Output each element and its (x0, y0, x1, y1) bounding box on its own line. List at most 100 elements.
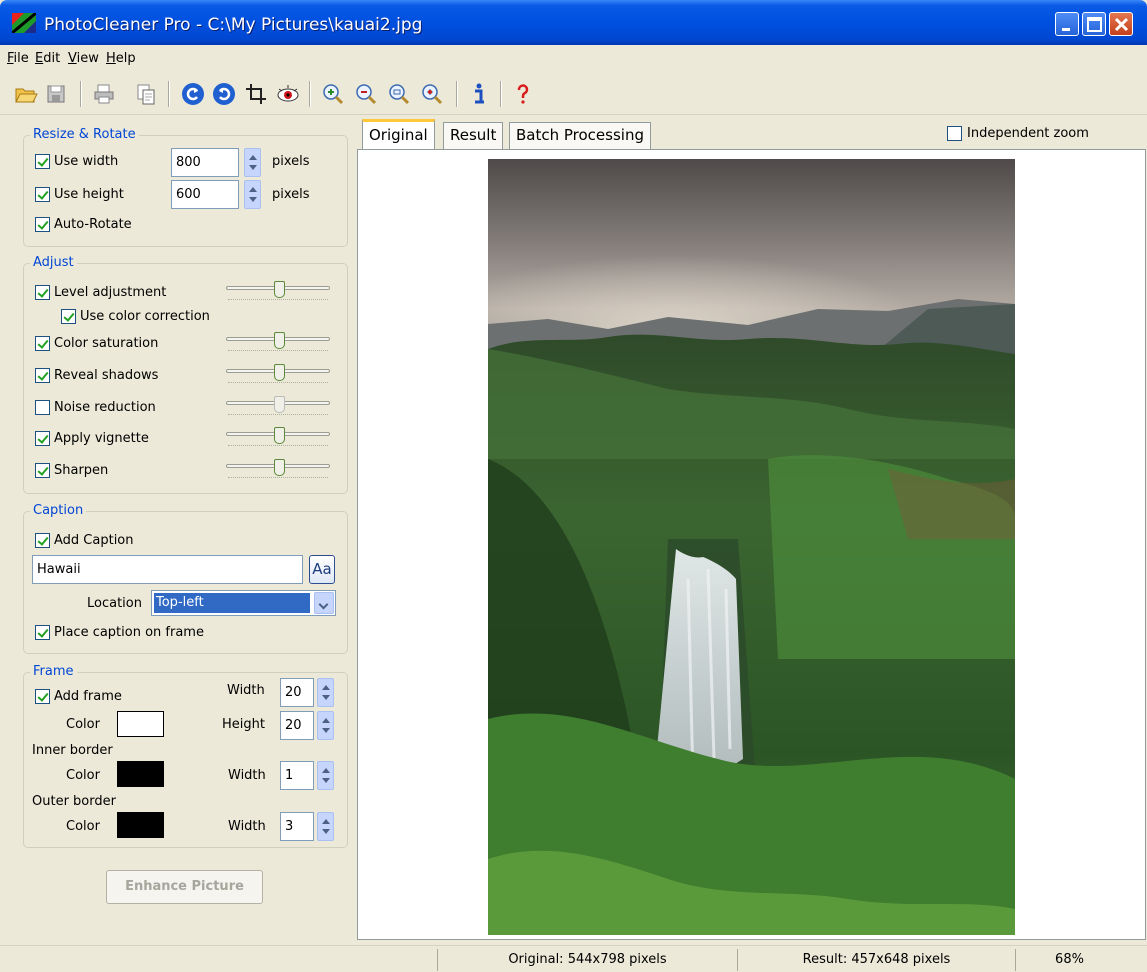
zoom-actual-icon[interactable] (420, 82, 444, 106)
noise-reduction-slider[interactable] (226, 396, 332, 415)
level-adjustment-checkbox[interactable] (35, 285, 50, 300)
menu-bar: File Edit View Help (0, 45, 1147, 73)
add-caption-checkbox[interactable] (35, 533, 50, 548)
frame-height-label: Height (222, 717, 265, 732)
outer-width-input[interactable]: 3 (280, 812, 314, 841)
resize-rotate-group: Resize & Rotate Use width 800 pixels Use… (23, 127, 348, 247)
add-frame-label: Add frame (54, 689, 122, 704)
inner-width-input[interactable]: 1 (280, 761, 314, 790)
use-height-checkbox[interactable] (35, 187, 50, 202)
settings-panel: Resize & Rotate Use width 800 pixels Use… (0, 116, 357, 942)
caption-text-input[interactable]: Hawaii (32, 555, 303, 584)
help-icon[interactable] (511, 82, 535, 106)
add-frame-checkbox[interactable] (35, 689, 50, 704)
outer-color-swatch[interactable] (117, 812, 164, 838)
caption-font-button[interactable]: Aa (309, 555, 335, 584)
location-select[interactable]: Top-left (151, 590, 336, 616)
reveal-shadows-label: Reveal shadows (54, 368, 159, 383)
reveal-shadows-checkbox[interactable] (35, 368, 50, 383)
sharpen-label: Sharpen (54, 463, 109, 478)
save-icon[interactable] (44, 82, 68, 106)
height-spinner[interactable] (244, 180, 261, 209)
frame-group: Frame Add frame Width 20 Color Height 20… (23, 664, 348, 848)
caption-on-frame-checkbox[interactable] (35, 625, 50, 640)
open-folder-icon[interactable] (14, 82, 38, 106)
zoom-in-icon[interactable] (321, 82, 345, 106)
use-width-label: Use width (54, 154, 119, 169)
info-icon[interactable] (467, 82, 491, 106)
independent-zoom-checkbox[interactable] (947, 126, 962, 141)
group-title: Frame (30, 664, 77, 680)
zoom-out-icon[interactable] (354, 82, 378, 106)
caption-group: Caption Add Caption Hawaii Aa Location T… (23, 503, 348, 654)
menu-help[interactable]: Help (106, 51, 136, 66)
menu-edit[interactable]: Edit (35, 51, 60, 66)
minimize-button[interactable] (1055, 12, 1079, 36)
location-value: Top-left (154, 593, 310, 613)
rotate-right-icon[interactable] (212, 82, 236, 106)
toolbar-separator (168, 81, 170, 107)
frame-width-spinner[interactable] (317, 678, 334, 707)
menu-file[interactable]: File (7, 51, 29, 66)
status-zoom-level: 68% (1015, 949, 1123, 971)
chevron-down-icon[interactable] (314, 592, 334, 614)
red-eye-icon[interactable] (276, 82, 300, 106)
outer-border-label: Outer border (32, 794, 116, 809)
tab-batch-processing[interactable]: Batch Processing (509, 122, 651, 150)
noise-reduction-checkbox[interactable] (35, 400, 50, 415)
image-viewer[interactable] (357, 149, 1146, 940)
maximize-button[interactable] (1082, 12, 1106, 36)
window-title: PhotoCleaner Pro - C:\My Pictures\kauai2… (44, 15, 423, 35)
group-title: Adjust (30, 255, 77, 271)
group-title: Resize & Rotate (30, 127, 139, 143)
zoom-fit-icon[interactable] (387, 82, 411, 106)
rotate-left-icon[interactable] (181, 82, 205, 106)
enhance-picture-button[interactable]: Enhance Picture (106, 870, 263, 904)
use-height-label: Use height (54, 187, 124, 202)
print-icon[interactable] (92, 82, 116, 106)
inner-color-label: Color (66, 768, 100, 783)
inner-color-swatch[interactable] (117, 761, 164, 787)
caption-on-frame-label: Place caption on frame (54, 625, 204, 640)
outer-width-spinner[interactable] (317, 812, 334, 841)
minimize-icon (1062, 28, 1070, 31)
apply-vignette-checkbox[interactable] (35, 431, 50, 446)
frame-color-label: Color (66, 717, 100, 732)
level-adjustment-slider[interactable] (226, 281, 332, 300)
color-saturation-slider[interactable] (226, 332, 332, 351)
sharpen-slider[interactable] (226, 459, 332, 478)
copy-icon[interactable] (134, 82, 158, 106)
frame-color-swatch[interactable] (117, 711, 164, 737)
height-unit: pixels (272, 187, 310, 202)
outer-width-label: Width (228, 819, 266, 834)
auto-rotate-checkbox[interactable] (35, 217, 50, 232)
frame-height-spinner[interactable] (317, 711, 334, 740)
sharpen-checkbox[interactable] (35, 463, 50, 478)
color-saturation-label: Color saturation (54, 336, 159, 351)
status-bar: Original: 544x798 pixels Result: 457x648… (0, 945, 1147, 972)
close-button[interactable] (1109, 12, 1133, 36)
use-width-checkbox[interactable] (35, 154, 50, 169)
crop-icon[interactable] (244, 82, 268, 106)
app-logo-icon (12, 13, 36, 33)
inner-width-spinner[interactable] (317, 761, 334, 790)
width-spinner[interactable] (244, 148, 261, 177)
color-correction-checkbox[interactable] (61, 309, 76, 324)
menu-view[interactable]: View (68, 51, 99, 66)
tab-result[interactable]: Result (443, 122, 504, 150)
apply-vignette-slider[interactable] (226, 427, 332, 446)
frame-width-input[interactable]: 20 (280, 678, 314, 707)
inner-border-label: Inner border (32, 743, 113, 758)
toolbar-separator (309, 81, 311, 107)
maximize-icon (1087, 17, 1102, 32)
color-saturation-checkbox[interactable] (35, 336, 50, 351)
tab-original[interactable]: Original (362, 119, 435, 151)
reveal-shadows-slider[interactable] (226, 364, 332, 383)
width-input[interactable]: 800 (171, 148, 239, 177)
height-input[interactable]: 600 (171, 180, 239, 209)
inner-width-label: Width (228, 768, 266, 783)
status-original-size: Original: 544x798 pixels (437, 949, 737, 971)
toolbar-separator (80, 81, 82, 107)
frame-height-input[interactable]: 20 (280, 711, 314, 740)
status-result-size: Result: 457x648 pixels (737, 949, 1015, 971)
